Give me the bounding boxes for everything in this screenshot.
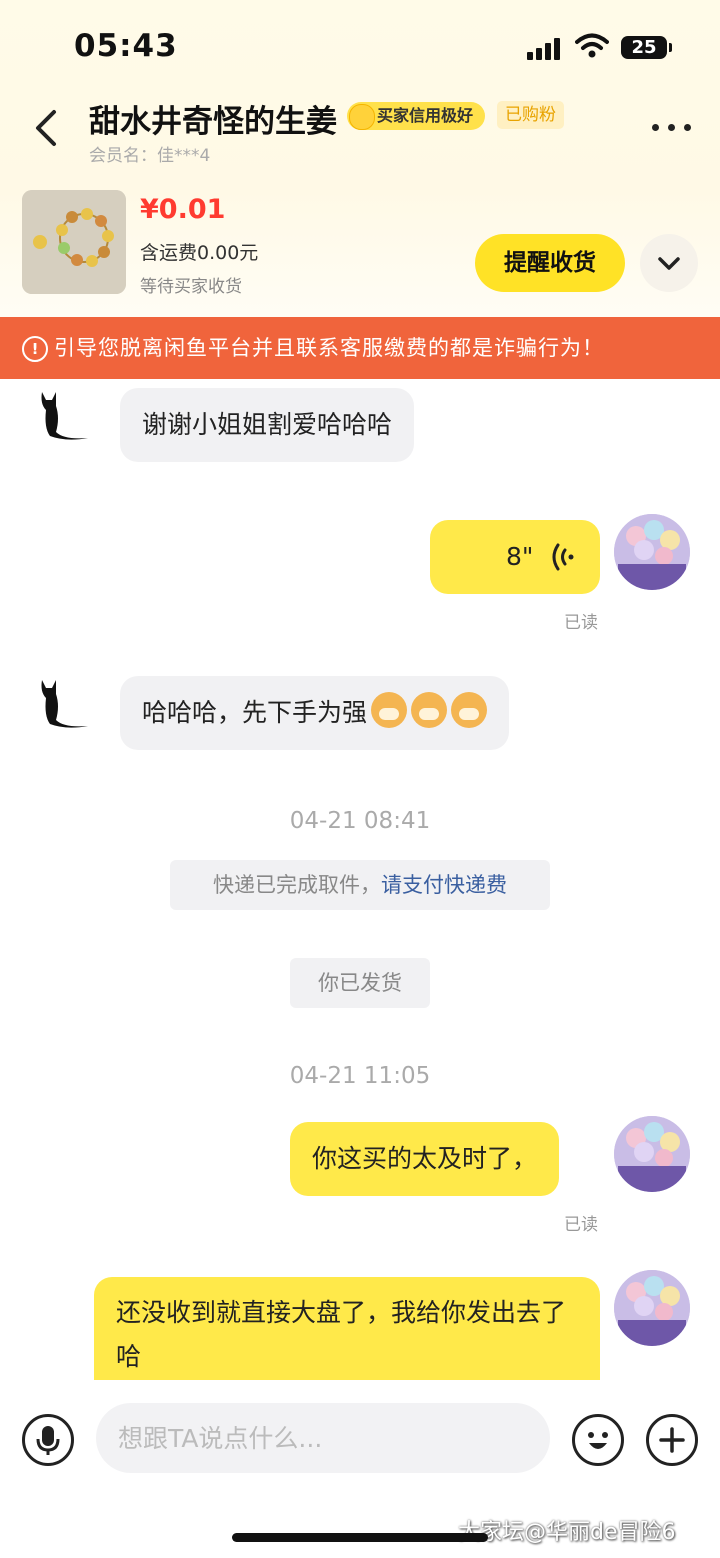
doge-emoji-icon xyxy=(371,692,408,728)
credit-badge-label: 买家信用极好 xyxy=(377,106,474,125)
message-text: 哈哈哈，先下手为强 xyxy=(142,698,368,727)
fraud-warning-banner: ! 引导您脱离闲鱼平台并且联系客服缴费的都是诈骗行为！ xyxy=(0,317,720,379)
doge-emoji-icon xyxy=(451,692,488,728)
smiley-icon xyxy=(588,1432,608,1449)
voice-input-button[interactable] xyxy=(22,1414,74,1466)
balloons-avatar-image xyxy=(614,1116,690,1192)
pay-shipping-link[interactable]: 请支付快递费 xyxy=(381,873,507,897)
more-dots-icon[interactable] xyxy=(652,124,692,132)
smiley-heart-eyes-icon xyxy=(349,104,375,130)
home-indicator[interactable] xyxy=(232,1533,488,1542)
remind-receipt-button[interactable]: 提醒收货 xyxy=(475,234,625,292)
my-avatar[interactable] xyxy=(614,1116,690,1192)
voice-wave-icon xyxy=(552,543,574,571)
plus-icon xyxy=(659,1427,685,1453)
wifi-icon xyxy=(575,33,609,58)
back-arrow-icon[interactable] xyxy=(30,108,64,148)
member-name: 会员名：佳***4 xyxy=(89,146,211,166)
read-receipt: 已读 xyxy=(564,1215,598,1235)
message-bubble-incoming: 哈哈哈，先下手为强 xyxy=(120,676,510,750)
read-receipt: 已读 xyxy=(564,613,598,633)
message-bubble-incoming: 谢谢小姐姐割爱哈哈哈 xyxy=(120,388,415,462)
voice-message-bubble[interactable]: 8" xyxy=(430,520,600,594)
my-avatar[interactable] xyxy=(614,514,690,590)
warning-text: 引导您脱离闲鱼平台并且联系客服缴费的都是诈骗行为！ xyxy=(54,336,604,360)
order-status: 等待买家收货 xyxy=(140,277,242,297)
microphone-icon xyxy=(36,1426,60,1455)
product-price: ¥0.01 xyxy=(140,194,226,225)
cat-avatar-icon[interactable] xyxy=(36,676,92,732)
chevron-down-icon xyxy=(658,257,680,270)
system-message-text: 快递已完成取件， xyxy=(213,873,381,897)
my-avatar[interactable] xyxy=(614,1270,690,1346)
battery-level: 25 xyxy=(621,36,667,59)
emoji-button[interactable] xyxy=(572,1414,624,1466)
cellular-signal-icon xyxy=(527,38,563,60)
system-message-shipped: 你已发货 xyxy=(290,958,430,1008)
timestamp: 04-21 08:41 xyxy=(289,808,431,834)
message-input[interactable] xyxy=(96,1403,550,1473)
cat-avatar-icon[interactable] xyxy=(36,388,92,444)
bracelet-image xyxy=(22,190,126,294)
product-image[interactable] xyxy=(22,190,126,294)
watermark: 大家坛@华丽de冒险6 xyxy=(458,1520,676,1545)
chat-title: 甜水井奇怪的生姜 xyxy=(89,104,337,140)
timestamp: 04-21 11:05 xyxy=(289,1063,431,1089)
doge-emoji-icon xyxy=(411,692,448,728)
bought-badge: 已购粉 xyxy=(497,101,564,129)
voice-duration: 8" xyxy=(506,542,534,571)
balloons-avatar-image xyxy=(614,514,690,590)
credit-badge: 买家信用极好 xyxy=(347,102,486,130)
balloons-avatar-image xyxy=(614,1270,690,1346)
more-actions-button[interactable] xyxy=(646,1414,698,1466)
expand-button[interactable] xyxy=(640,234,698,292)
system-message: 快递已完成取件，请支付快递费 xyxy=(170,860,550,910)
exclamation-icon: ! xyxy=(22,336,48,362)
battery-tip xyxy=(669,43,672,52)
message-bubble-outgoing: 你这买的太及时了， xyxy=(290,1122,560,1196)
status-time: 05:43 xyxy=(74,28,178,64)
shipping-fee: 含运费0.00元 xyxy=(140,242,259,264)
